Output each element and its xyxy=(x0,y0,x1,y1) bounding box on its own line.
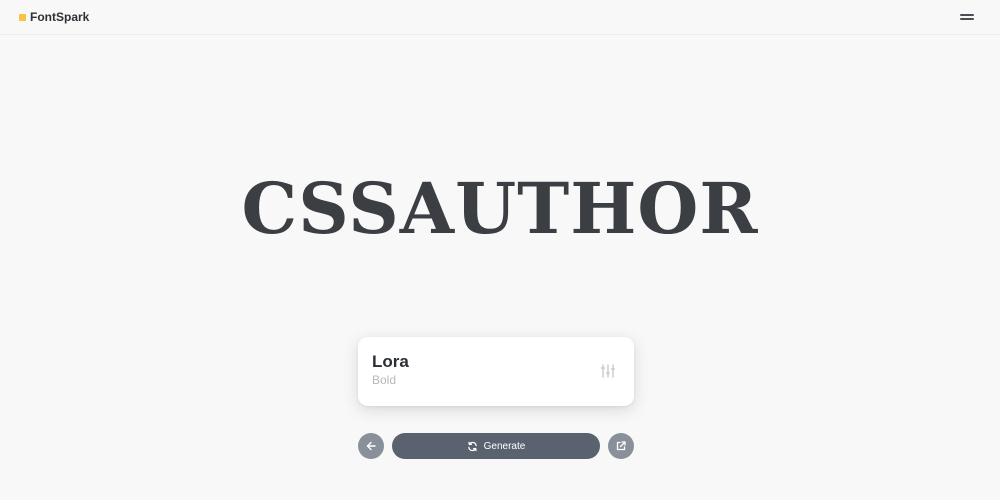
fontspark-page: FontSpark CSSAUTHOR Lora Bold Generate xyxy=(0,0,1000,500)
previous-font-button[interactable] xyxy=(358,433,384,459)
generate-label: Generate xyxy=(483,440,526,452)
menu-button[interactable] xyxy=(960,12,974,22)
top-bar: FontSpark xyxy=(0,0,1000,35)
square-logo-icon xyxy=(19,13,26,21)
open-font-button[interactable] xyxy=(608,433,634,459)
external-link-icon xyxy=(616,441,626,451)
font-preview-text: CSSAUTHOR xyxy=(241,167,759,250)
brand-logo[interactable]: FontSpark xyxy=(19,10,89,24)
sliders-icon xyxy=(600,364,616,378)
hamburger-menu-icon xyxy=(960,14,974,16)
generate-button[interactable]: Generate xyxy=(392,433,600,459)
font-style: Bold xyxy=(372,373,397,387)
arrow-left-icon xyxy=(366,441,376,451)
font-settings-button[interactable] xyxy=(600,363,616,379)
refresh-icon xyxy=(467,441,477,451)
font-info-card: Lora Bold xyxy=(358,337,634,406)
brand-name: FontSpark xyxy=(30,10,90,24)
font-name: Lora xyxy=(372,352,409,371)
controls-bar: Generate xyxy=(358,433,634,459)
